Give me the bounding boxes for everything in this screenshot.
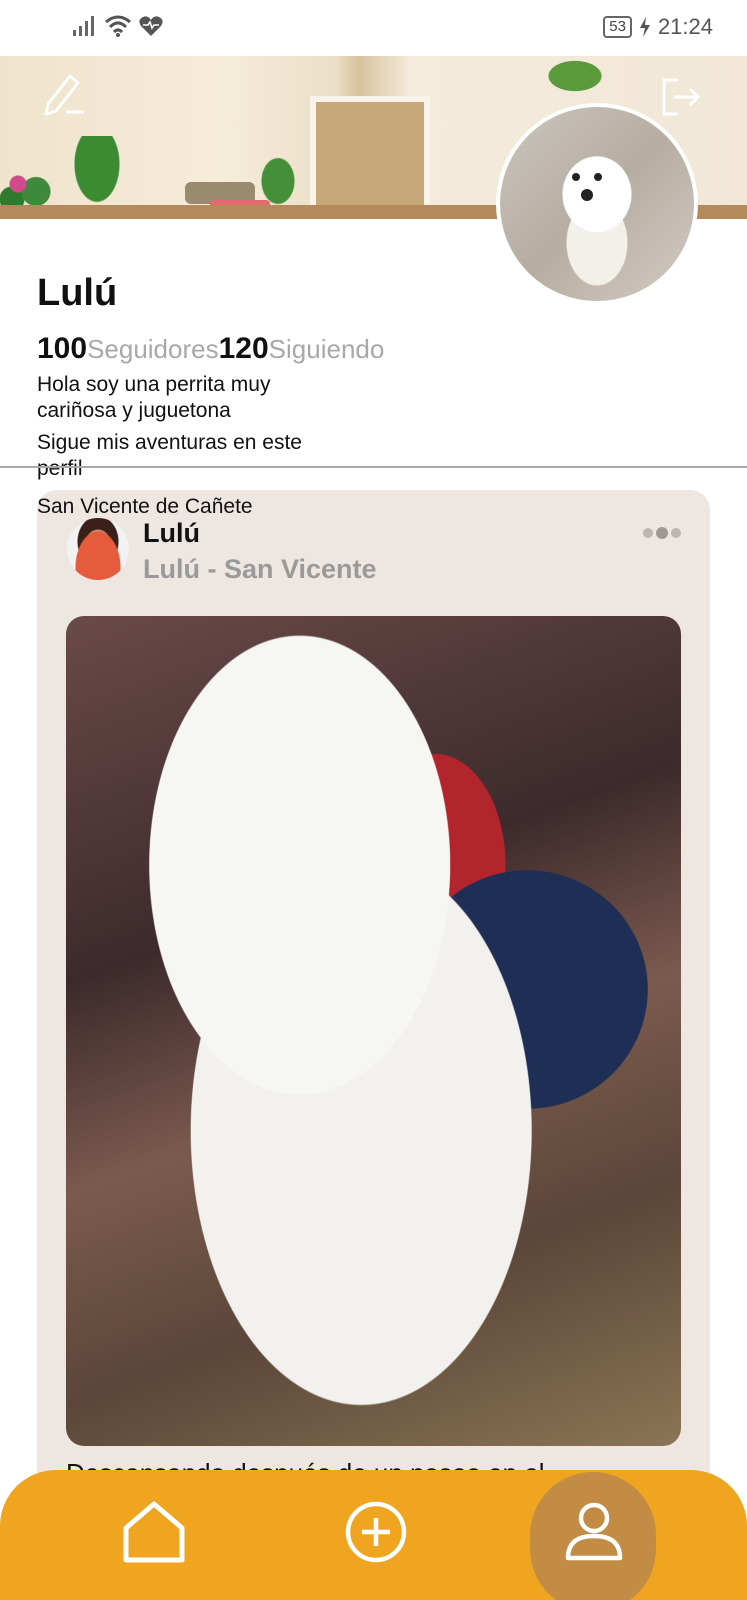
nav-profile-button[interactable] — [558, 1496, 630, 1568]
profile-avatar[interactable] — [496, 103, 698, 305]
post-author-name[interactable]: Lulú — [143, 518, 200, 549]
followers-count[interactable]: 100 — [37, 332, 87, 366]
profile-icon — [565, 1502, 623, 1561]
charging-icon — [639, 17, 650, 37]
bio-line-2: Sigue mis aventuras en este perfil — [37, 431, 302, 480]
edit-profile-button[interactable] — [40, 70, 86, 116]
clock-time: 21:24 — [657, 14, 713, 39]
profile-location: San Vicente de Cañete — [37, 495, 253, 518]
profile-stats: 100 Seguidores 120 Siguiendo — [37, 332, 384, 366]
divider — [0, 466, 747, 468]
following-label[interactable]: Siguiendo — [269, 334, 385, 365]
pencil-icon — [44, 74, 84, 116]
post-location: Lulú - San Vicente — [143, 554, 377, 584]
status-icons-right: 53 21:24 — [603, 14, 713, 40]
nav-add-button[interactable] — [340, 1496, 412, 1568]
nav-home-button[interactable] — [118, 1496, 190, 1568]
bottom-navigation — [0, 1470, 747, 1600]
following-count[interactable]: 120 — [219, 332, 269, 366]
followers-label[interactable]: Seguidores — [87, 334, 219, 365]
more-options-button[interactable] — [641, 524, 683, 542]
logout-button[interactable] — [658, 74, 704, 120]
wifi-icon — [105, 15, 131, 37]
post-card: Lulú Lulú - San Vicente Descansando desp… — [37, 490, 710, 1490]
more-options-icon — [643, 527, 681, 539]
heart-monitor-icon — [139, 16, 163, 36]
status-bar: 53 21:24 — [0, 0, 747, 56]
battery-icon: 53 — [603, 16, 632, 38]
profile-bio: Hola soy una perrita muy cariñosa y jugu… — [37, 372, 337, 488]
signal-icon — [73, 16, 94, 36]
profile-name: Lulú — [37, 272, 118, 314]
logout-icon — [662, 78, 701, 116]
post-image[interactable] — [66, 616, 681, 1446]
bio-line-1: Hola soy una perrita muy cariñosa y jugu… — [37, 373, 271, 422]
status-icons-left — [72, 14, 164, 38]
home-icon — [123, 1501, 185, 1563]
post-author-avatar[interactable] — [67, 518, 129, 580]
add-icon — [345, 1501, 407, 1563]
